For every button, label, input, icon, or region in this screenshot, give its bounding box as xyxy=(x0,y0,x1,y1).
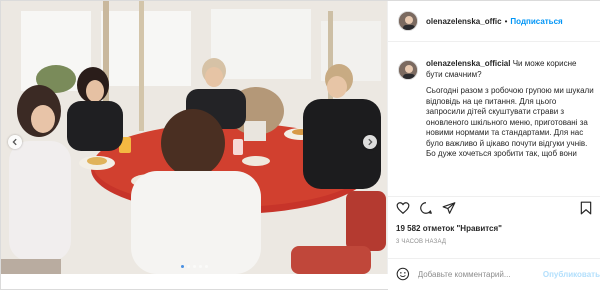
avatar-image xyxy=(399,12,417,30)
likes-number: 19 582 xyxy=(396,224,421,233)
post-photo[interactable] xyxy=(1,1,388,274)
comment-icon xyxy=(420,202,432,214)
carousel-dot xyxy=(192,265,196,268)
caption: olenazelenska_official Чи може корисне б… xyxy=(388,55,600,195)
share-icon xyxy=(442,202,456,214)
avatar-image xyxy=(399,61,417,79)
caption-paragraph: olenazelenska_official Чи може корисне б… xyxy=(426,59,594,80)
publish-button[interactable]: Опубликовать xyxy=(543,270,600,279)
comment-button[interactable] xyxy=(419,201,433,215)
likes-count[interactable]: 19 582 отметок "Нравится" xyxy=(396,224,502,233)
chevron-right-icon xyxy=(368,138,373,146)
header-username[interactable]: olenazelenska_offic xyxy=(426,17,502,26)
carousel-dot xyxy=(198,265,202,268)
avatar[interactable] xyxy=(398,11,418,31)
like-button[interactable] xyxy=(396,201,410,215)
carousel-dot xyxy=(180,265,184,268)
carousel-next-button[interactable] xyxy=(363,135,377,149)
post-timestamp[interactable]: 3 ЧАСОВ НАЗАД xyxy=(396,239,446,245)
follow-button[interactable]: Подписаться xyxy=(510,17,562,26)
post-header: olenazelenska_offic • Подписаться xyxy=(388,1,600,42)
carousel-dot xyxy=(186,265,190,268)
caption-avatar[interactable] xyxy=(398,60,418,80)
likes-label: отметок "Нравится" xyxy=(422,224,502,233)
caption-username[interactable]: olenazelenska_official xyxy=(426,59,510,68)
caption-text: olenazelenska_official Чи може корисне б… xyxy=(426,59,594,166)
caption-paragraph: Сьогодні разом з робочою групою ми шукал… xyxy=(426,86,594,158)
divider xyxy=(388,196,600,197)
comment-input[interactable] xyxy=(417,269,541,279)
photo-illustration xyxy=(1,1,387,274)
save-button[interactable] xyxy=(580,201,592,215)
comment-bar: Опубликовать xyxy=(388,258,600,289)
instagram-post-modal: olenazelenska_offic • Подписаться olenaz… xyxy=(0,0,600,291)
emoji-icon[interactable] xyxy=(396,267,410,281)
carousel-prev-button[interactable] xyxy=(8,135,22,149)
action-icons xyxy=(396,201,456,215)
share-button[interactable] xyxy=(442,201,456,215)
chevron-left-icon xyxy=(12,138,17,146)
separator: • xyxy=(504,16,508,26)
bookmark-icon xyxy=(580,201,592,215)
carousel-dot xyxy=(204,265,208,268)
carousel-indicator xyxy=(1,265,387,268)
heart-icon xyxy=(396,202,410,215)
post-side-panel: olenazelenska_offic • Подписаться olenaz… xyxy=(388,1,600,291)
